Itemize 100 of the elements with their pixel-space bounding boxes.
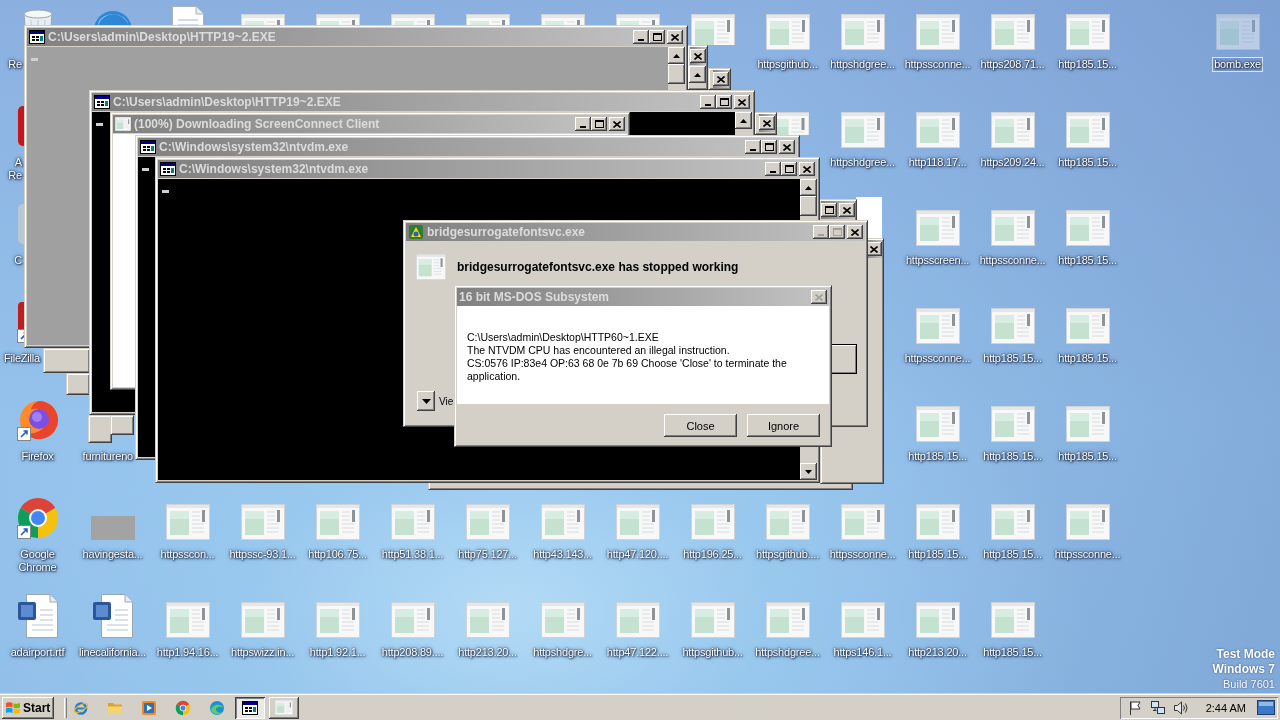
media-player-icon[interactable] bbox=[141, 699, 157, 716]
icon-label[interactable]: httpssconne... bbox=[903, 352, 972, 365]
window-icon[interactable] bbox=[990, 14, 1035, 50]
window-icon[interactable] bbox=[315, 602, 360, 638]
icon-label[interactable]: http47.120.... bbox=[605, 548, 670, 561]
title-bar[interactable]: C:\Windows\system32\ntvdm.exe bbox=[158, 160, 817, 178]
icon-label[interactable]: http1.94.16... bbox=[155, 646, 220, 659]
window-icon[interactable] bbox=[540, 504, 585, 540]
window-icon[interactable] bbox=[315, 504, 360, 540]
window-icon[interactable] bbox=[765, 14, 810, 50]
window-icon[interactable] bbox=[915, 504, 960, 540]
icon-label[interactable]: http185.15... bbox=[982, 548, 1043, 561]
window-icon[interactable] bbox=[240, 504, 285, 540]
icon-label[interactable]: http1.92.1... bbox=[308, 646, 367, 659]
window-icon[interactable] bbox=[840, 112, 885, 148]
icon-label[interactable]: http185.15... bbox=[982, 450, 1043, 463]
speaker-icon[interactable] bbox=[1172, 699, 1189, 716]
icon-label[interactable]: FileZilla bbox=[2, 352, 41, 365]
icon-label[interactable]: http185.15... bbox=[907, 450, 968, 463]
minimize-button[interactable] bbox=[633, 30, 649, 44]
maximize-button[interactable] bbox=[761, 140, 777, 154]
window-icon[interactable] bbox=[840, 14, 885, 50]
icon-label[interactable]: httpsgithub... bbox=[681, 646, 744, 659]
icon-label[interactable]: http43.143... bbox=[532, 548, 593, 561]
icon-label[interactable]: havingesta... bbox=[81, 548, 144, 561]
icon-label[interactable]: http185.15... bbox=[1057, 58, 1118, 71]
window-icon[interactable] bbox=[915, 308, 960, 344]
window-icon[interactable] bbox=[1065, 14, 1110, 50]
window-icon[interactable] bbox=[765, 602, 810, 638]
minimize-button[interactable] bbox=[575, 117, 591, 131]
icon-label[interactable]: furnitureno bbox=[81, 450, 134, 463]
window-icon[interactable] bbox=[1065, 504, 1110, 540]
window-icon[interactable] bbox=[990, 406, 1035, 442]
dialog-button[interactable]: Ignore bbox=[747, 414, 820, 437]
close-button[interactable] bbox=[779, 140, 795, 154]
network-icon[interactable] bbox=[1149, 699, 1166, 716]
minimize-button[interactable] bbox=[745, 140, 761, 154]
minimize-button[interactable] bbox=[700, 95, 716, 109]
window-icon[interactable] bbox=[165, 602, 210, 638]
maximize-button[interactable] bbox=[649, 30, 665, 44]
clock[interactable]: 2:44 AM bbox=[1205, 701, 1246, 714]
window-icon[interactable] bbox=[915, 210, 960, 246]
scroll-up-button[interactable] bbox=[668, 47, 685, 64]
icon-label[interactable]: httpssconne... bbox=[903, 58, 972, 71]
window-icon[interactable] bbox=[915, 406, 960, 442]
icon-label[interactable]: http47.122.... bbox=[605, 646, 670, 659]
maximize-button[interactable] bbox=[821, 203, 837, 217]
scroll-down-button[interactable] bbox=[800, 463, 817, 480]
window-icon[interactable] bbox=[1065, 112, 1110, 148]
window-icon[interactable] bbox=[465, 602, 510, 638]
icon-label[interactable]: https209.24... bbox=[979, 156, 1046, 169]
icon-label[interactable]: httpssconne... bbox=[828, 548, 897, 561]
window-icon[interactable] bbox=[690, 602, 735, 638]
maximize-button[interactable] bbox=[716, 95, 732, 109]
minimize-button[interactable] bbox=[765, 162, 781, 176]
icon-label[interactable]: https208.71... bbox=[979, 58, 1046, 71]
icon-label[interactable]: httpswizz.in... bbox=[230, 646, 295, 659]
window-icon[interactable] bbox=[165, 504, 210, 540]
icon-label[interactable]: Firefox bbox=[20, 450, 55, 463]
window-icon[interactable] bbox=[915, 112, 960, 148]
browser-icon[interactable] bbox=[15, 398, 60, 442]
icon-label[interactable]: httpsgithub... bbox=[756, 58, 819, 71]
title-bar[interactable]: 16 bit MS-DOS Subsystem bbox=[457, 288, 829, 306]
window-icon[interactable] bbox=[915, 602, 960, 638]
browser-icon[interactable] bbox=[175, 699, 191, 716]
icon-label[interactable]: httpsscon... bbox=[159, 548, 216, 561]
document-icon[interactable] bbox=[90, 594, 135, 638]
scrollbar-thumb[interactable] bbox=[800, 196, 817, 216]
icon-label[interactable]: httpsgithub.... bbox=[754, 548, 820, 561]
window-icon[interactable] bbox=[915, 14, 960, 50]
window-icon[interactable] bbox=[615, 602, 660, 638]
window-icon[interactable] bbox=[615, 504, 660, 540]
window-icon[interactable] bbox=[240, 602, 285, 638]
icon-label[interactable]: linecalifornia... bbox=[78, 646, 147, 659]
window-icon[interactable] bbox=[990, 210, 1035, 246]
close-button[interactable] bbox=[609, 117, 625, 131]
browser-icon[interactable] bbox=[15, 496, 60, 540]
icon-label[interactable]: adairport.rtf bbox=[9, 646, 66, 659]
icon-label[interactable]: httpshdgre... bbox=[532, 646, 593, 659]
scroll-up-button[interactable] bbox=[689, 66, 706, 83]
icon-label[interactable]: Re bbox=[7, 58, 23, 71]
window-icon[interactable] bbox=[840, 602, 885, 638]
window-icon[interactable] bbox=[990, 308, 1035, 344]
icon-label[interactable]: http185.15... bbox=[1057, 352, 1118, 365]
window-icon[interactable] bbox=[390, 504, 435, 540]
icon-label[interactable]: http208.89.... bbox=[380, 646, 445, 659]
taskbar-button[interactable] bbox=[235, 696, 265, 719]
window-icon[interactable] bbox=[990, 112, 1035, 148]
icon-label[interactable]: http185.15... bbox=[907, 548, 968, 561]
icon-label[interactable]: httpsscreen... bbox=[904, 254, 971, 267]
window-icon[interactable] bbox=[540, 602, 585, 638]
scroll-up-button[interactable] bbox=[800, 179, 817, 196]
window-icon[interactable] bbox=[1065, 308, 1110, 344]
window-icon[interactable] bbox=[1065, 210, 1110, 246]
icon-label[interactable]: http213.20... bbox=[457, 646, 518, 659]
details-label[interactable]: Vie bbox=[439, 395, 454, 407]
document-icon[interactable] bbox=[15, 594, 60, 638]
title-bar[interactable]: (100%) Downloading ScreenConnect Client bbox=[113, 115, 627, 133]
show-desktop-icon[interactable] bbox=[1257, 700, 1275, 715]
icon-label[interactable]: http185.15... bbox=[982, 646, 1043, 659]
